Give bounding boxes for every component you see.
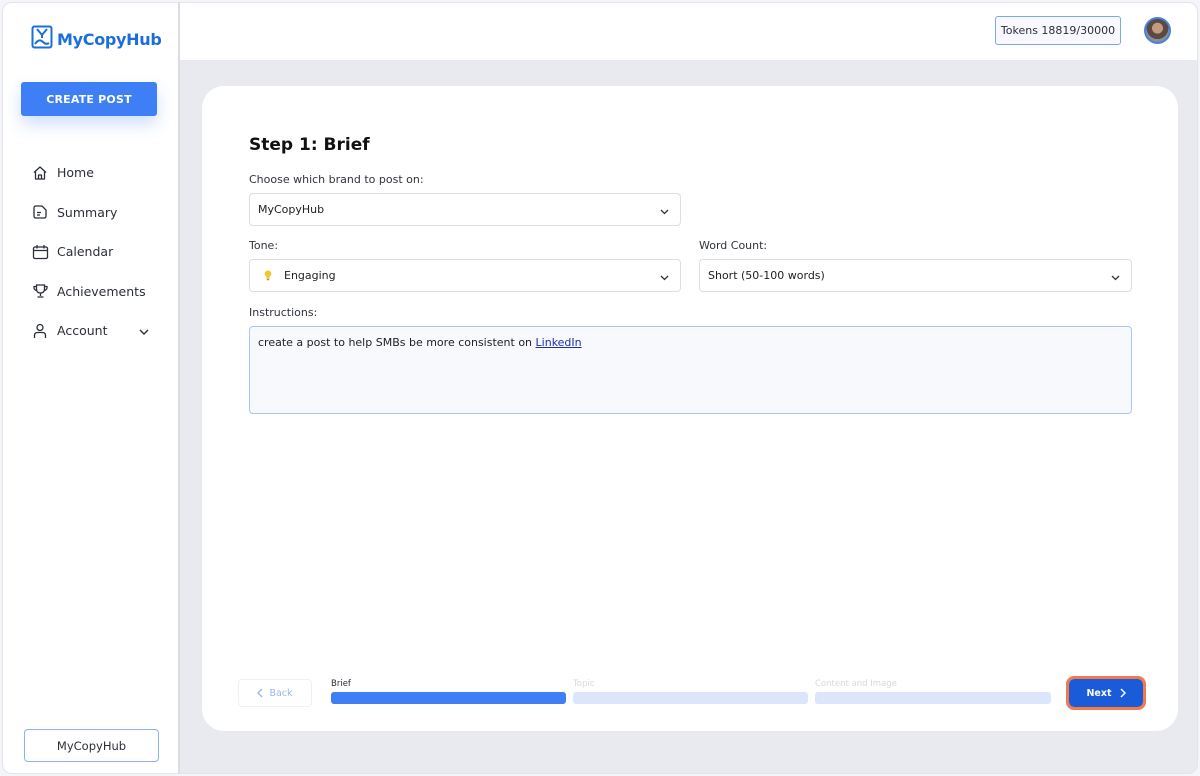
sidebar: MyCopyHub CREATE POST Home Summary Calen… <box>3 3 180 773</box>
step-progress-bar <box>573 692 808 704</box>
tokens-badge[interactable]: Tokens 18819/30000 <box>995 16 1121 45</box>
tone-select-value: Engaging <box>284 269 336 282</box>
word-count-select[interactable]: Short (50-100 words) <box>699 259 1132 292</box>
instructions-link[interactable]: LinkedIn <box>536 336 582 349</box>
step-brief: Brief <box>331 679 566 704</box>
step-progress-bar <box>331 692 566 704</box>
sidebar-item-label: Home <box>57 165 94 181</box>
trophy-icon <box>31 282 49 300</box>
instructions-label: Instructions: <box>249 306 318 319</box>
sidebar-item-label: Achievements <box>57 283 146 299</box>
lightbulb-icon <box>264 270 272 281</box>
back-button[interactable]: Back <box>238 679 312 707</box>
step-topic: Topic <box>573 679 808 704</box>
chevron-down-icon <box>1111 271 1120 284</box>
sidebar-nav: Home Summary Calendar Achievements Accou… <box>31 153 161 351</box>
step-progress-bar <box>815 692 1051 704</box>
sidebar-item-account[interactable]: Account <box>31 311 161 351</box>
step-label: Topic <box>573 679 595 689</box>
page-title: Step 1: Brief <box>249 135 370 155</box>
instructions-textarea[interactable]: create a post to help SMBs be more consi… <box>249 326 1132 414</box>
sidebar-item-calendar[interactable]: Calendar <box>31 232 161 272</box>
calendar-icon <box>31 243 49 261</box>
chevron-down-icon <box>660 205 669 218</box>
brand-switcher-button[interactable]: MyCopyHub <box>24 729 159 762</box>
brand-select[interactable]: MyCopyHub <box>249 193 681 226</box>
next-button-label: Next <box>1086 687 1112 699</box>
brand-label: Choose which brand to post on: <box>249 173 424 186</box>
step-label: Brief <box>331 679 351 689</box>
sidebar-item-label: Calendar <box>57 244 114 260</box>
back-button-label: Back <box>269 687 293 699</box>
chevron-down-icon <box>660 271 669 284</box>
avatar[interactable] <box>1144 17 1171 44</box>
brief-form-card: Step 1: Brief Choose which brand to post… <box>202 86 1178 731</box>
logo-icon <box>31 25 53 53</box>
word-count-label: Word Count: <box>699 239 768 252</box>
sidebar-item-label: Account <box>57 323 108 339</box>
sidebar-item-home[interactable]: Home <box>31 153 161 193</box>
next-button[interactable]: Next <box>1066 676 1146 710</box>
word-count-select-value: Short (50-100 words) <box>708 269 825 282</box>
logo-text: MyCopyHub <box>57 29 162 49</box>
create-post-button[interactable]: CREATE POST <box>21 82 157 116</box>
chevron-right-icon <box>1120 688 1126 698</box>
app-window: MyCopyHub CREATE POST Home Summary Calen… <box>2 2 1198 774</box>
home-icon <box>31 164 49 182</box>
tone-select[interactable]: Engaging <box>249 259 681 292</box>
user-icon <box>31 322 49 340</box>
instructions-text: create a post to help SMBs be more consi… <box>258 336 536 349</box>
top-bar: Tokens 18819/30000 <box>180 3 1197 60</box>
chevron-down-icon[interactable] <box>139 323 149 338</box>
step-content-and-image: Content and Image <box>815 679 1051 704</box>
sidebar-item-summary[interactable]: Summary <box>31 193 161 233</box>
brand-select-value: MyCopyHub <box>258 203 325 216</box>
document-icon <box>31 203 49 221</box>
sidebar-item-achievements[interactable]: Achievements <box>31 272 161 312</box>
logo[interactable]: MyCopyHub <box>31 25 162 53</box>
step-label: Content and Image <box>815 679 897 689</box>
tone-label: Tone: <box>249 239 279 252</box>
chevron-left-icon <box>257 688 263 698</box>
sidebar-item-label: Summary <box>57 204 118 220</box>
